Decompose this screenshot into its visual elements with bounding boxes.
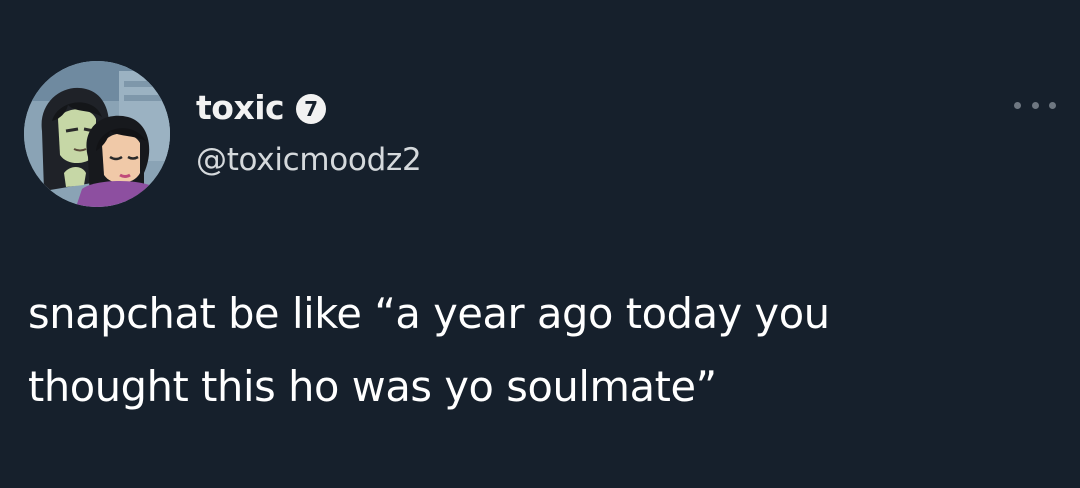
more-dot (1031, 101, 1039, 109)
author-row: toxic 7 (196, 86, 327, 128)
verified-badge-icon: 7 (296, 94, 327, 124)
more-dot (1049, 101, 1056, 109)
tweet-card: toxic 7 @toxicmoodz2 snapchat be like “a… (0, 0, 1080, 488)
more-dot (1014, 101, 1021, 109)
display-name[interactable]: toxic (196, 88, 285, 127)
more-options-icon[interactable] (1014, 94, 1056, 116)
avatar[interactable] (24, 61, 170, 207)
user-handle[interactable]: @toxicmoodz2 (196, 142, 422, 178)
avatar-image (24, 61, 170, 207)
tweet-text: snapchat be like “a year ago today you t… (28, 289, 830, 411)
